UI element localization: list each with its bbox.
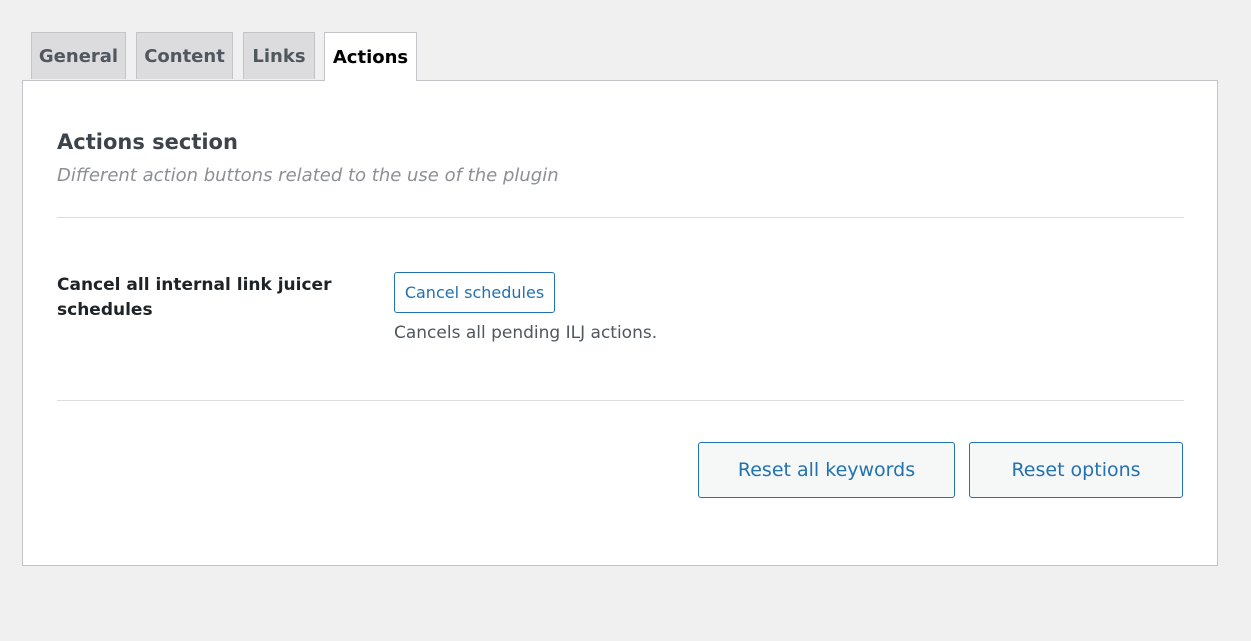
actions-panel: Actions section Different action buttons… [22,80,1218,566]
cancel-schedules-button[interactable]: Cancel schedules [394,272,555,313]
cancel-schedules-label: Cancel all internal link juicer schedule… [57,275,332,320]
tab-content[interactable]: Content [136,32,233,79]
section-description: Different action buttons related to the … [57,165,559,186]
tab-links[interactable]: Links [243,32,315,79]
row-divider [57,400,1184,401]
reset-options-button[interactable]: Reset options [969,442,1183,498]
section-title: Actions section [57,130,238,154]
tab-actions[interactable]: Actions [324,32,417,81]
section-divider [57,217,1184,218]
reset-keywords-button[interactable]: Reset all keywords [698,442,955,498]
cancel-schedules-description: Cancels all pending ILJ actions. [394,323,658,343]
tab-general[interactable]: General [31,32,126,79]
